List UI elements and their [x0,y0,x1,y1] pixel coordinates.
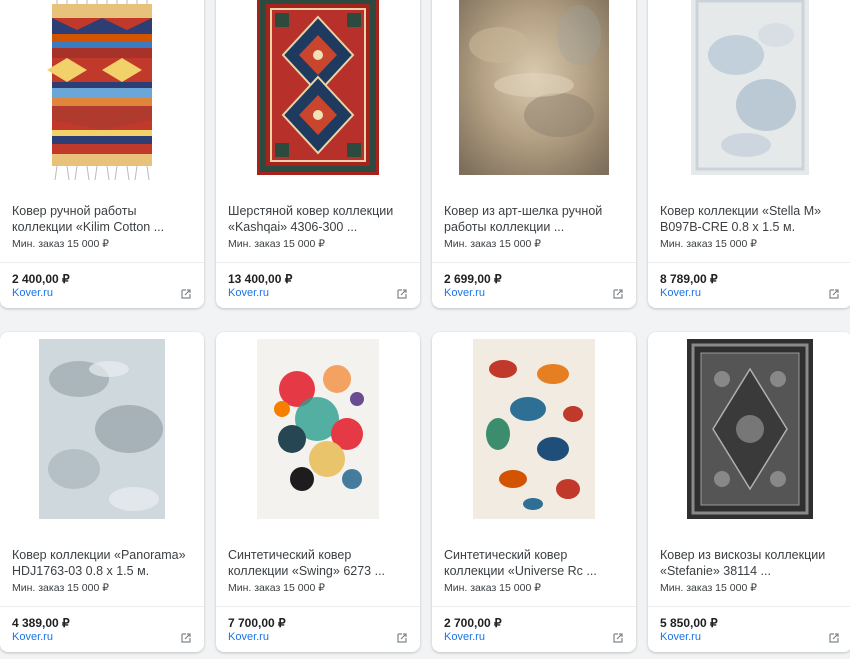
divider [648,606,850,607]
seller-link[interactable]: Kover.ru [444,631,485,643]
divider [432,606,636,607]
min-order: Мин. заказ 15 000 ₽ [660,582,757,594]
rug-panorama-image[interactable] [0,332,204,526]
product-title[interactable]: Ковер из вискозы коллекции «Stefanie» 38… [660,547,842,579]
rug-universe-image[interactable] [432,332,636,526]
external-link-icon[interactable] [180,288,192,300]
seller-link[interactable]: Kover.ru [12,631,53,643]
rug-kashqai-image[interactable] [216,0,420,182]
divider [648,262,850,263]
product-price: 8 789,00 ₽ [660,272,718,286]
seller-link[interactable]: Kover.ru [660,287,701,299]
product-title[interactable]: Синтетический ковер коллекции «Swing» 62… [228,547,410,579]
min-order: Мин. заказ 15 000 ₽ [228,582,325,594]
product-title[interactable]: Шерстяной ковер коллекции «Kashqai» 4306… [228,203,410,235]
rug-stefanie-image[interactable] [648,332,850,526]
divider [0,606,204,607]
rug-swing-image[interactable] [216,332,420,526]
product-title[interactable]: Ковер из арт-шелка ручной работы коллекц… [444,203,626,235]
min-order: Мин. заказ 15 000 ₽ [12,582,109,594]
min-order: Мин. заказ 15 000 ₽ [660,238,757,250]
divider [216,606,420,607]
seller-link[interactable]: Kover.ru [228,631,269,643]
product-card[interactable]: Шерстяной ковер коллекции «Kashqai» 4306… [216,0,420,308]
divider [0,262,204,263]
rug-stella-image[interactable] [648,0,850,182]
product-card[interactable]: Ковер из арт-шелка ручной работы коллекц… [432,0,636,308]
divider [216,262,420,263]
product-price: 2 699,00 ₽ [444,272,502,286]
product-card[interactable]: Ковер из вискозы коллекции «Stefanie» 38… [648,332,850,652]
product-grid: Ковер ручной работы коллекции «Kilim Cot… [0,0,850,659]
product-price: 5 850,00 ₽ [660,616,718,630]
rug-kilim-image[interactable] [0,0,204,182]
product-price: 2 700,00 ₽ [444,616,502,630]
external-link-icon[interactable] [180,632,192,644]
seller-link[interactable]: Kover.ru [444,287,485,299]
rug-artsilk-image[interactable] [432,0,636,182]
product-title[interactable]: Ковер коллекции «Panorama» HDJ1763-03 0.… [12,547,194,579]
product-price: 2 400,00 ₽ [12,272,70,286]
product-title[interactable]: Ковер коллекции «Stella M» B097B-CRE 0.8… [660,203,842,235]
external-link-icon[interactable] [612,632,624,644]
external-link-icon[interactable] [612,288,624,300]
product-title[interactable]: Ковер ручной работы коллекции «Kilim Cot… [12,203,194,235]
external-link-icon[interactable] [396,632,408,644]
external-link-icon[interactable] [828,632,840,644]
product-price: 4 389,00 ₽ [12,616,70,630]
product-price: 7 700,00 ₽ [228,616,286,630]
product-price: 13 400,00 ₽ [228,272,293,286]
product-card[interactable]: Ковер ручной работы коллекции «Kilim Cot… [0,0,204,308]
min-order: Мин. заказ 15 000 ₽ [444,238,541,250]
external-link-icon[interactable] [396,288,408,300]
seller-link[interactable]: Kover.ru [12,287,53,299]
product-title[interactable]: Синтетический ковер коллекции «Universe … [444,547,626,579]
min-order: Мин. заказ 15 000 ₽ [12,238,109,250]
seller-link[interactable]: Kover.ru [660,631,701,643]
product-card[interactable]: Ковер коллекции «Stella M» B097B-CRE 0.8… [648,0,850,308]
min-order: Мин. заказ 15 000 ₽ [228,238,325,250]
product-card[interactable]: Синтетический ковер коллекции «Universe … [432,332,636,652]
seller-link[interactable]: Kover.ru [228,287,269,299]
min-order: Мин. заказ 15 000 ₽ [444,582,541,594]
external-link-icon[interactable] [828,288,840,300]
product-card[interactable]: Синтетический ковер коллекции «Swing» 62… [216,332,420,652]
divider [432,262,636,263]
product-card[interactable]: Ковер коллекции «Panorama» HDJ1763-03 0.… [0,332,204,652]
